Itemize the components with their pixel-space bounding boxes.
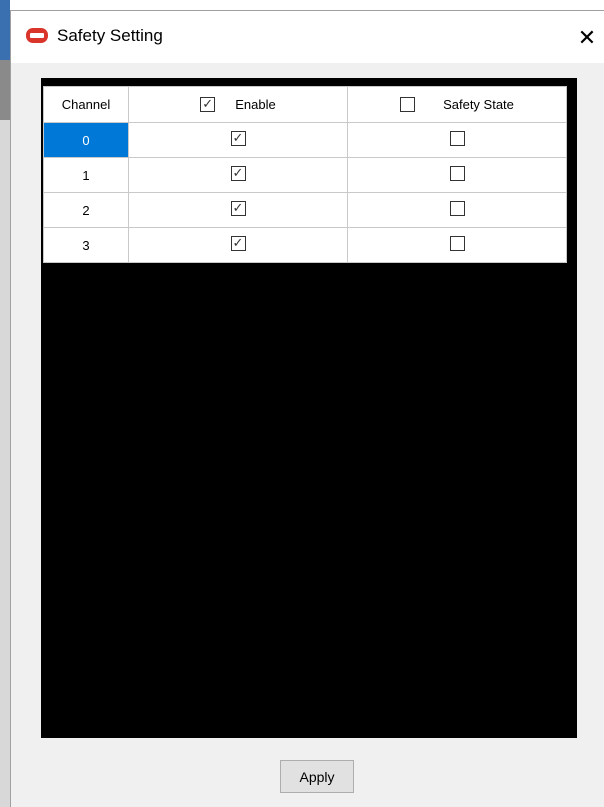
- stop-sign-icon: [26, 28, 48, 43]
- channel-grid: Channel ✓ Enable Safety State 0 ✓ 1 ✓ 2 …: [43, 86, 567, 263]
- check-mark-icon: ✓: [232, 165, 244, 180]
- safety-state-cell: [347, 227, 567, 263]
- table-row[interactable]: 2 ✓: [43, 192, 567, 228]
- enable-checkbox[interactable]: ✓: [230, 165, 246, 181]
- safety-state-checkbox[interactable]: [449, 236, 465, 251]
- enable-cell: ✓: [128, 227, 348, 263]
- header-safety-state: Safety State: [347, 86, 567, 123]
- title-bar: Safety Setting ✕: [11, 11, 604, 63]
- enable-checkbox[interactable]: ✓: [230, 130, 246, 146]
- channel-cell[interactable]: 2: [43, 192, 129, 228]
- enable-checkbox[interactable]: ✓: [230, 200, 246, 216]
- enable-cell: ✓: [128, 192, 348, 228]
- grid-header-row: Channel ✓ Enable Safety State: [43, 86, 567, 123]
- safety-state-cell: [347, 122, 567, 158]
- check-mark-icon: ✓: [232, 200, 244, 215]
- desktop-backdrop: [0, 0, 10, 807]
- enable-all-checkbox[interactable]: ✓: [200, 96, 216, 112]
- channel-cell[interactable]: 1: [43, 157, 129, 193]
- enable-cell: ✓: [128, 122, 348, 158]
- safety-state-checkbox[interactable]: [449, 166, 465, 181]
- channel-grid-panel: Channel ✓ Enable Safety State 0 ✓ 1 ✓ 2 …: [41, 78, 577, 738]
- check-mark-icon: ✓: [232, 235, 244, 250]
- close-button[interactable]: ✕: [570, 25, 604, 51]
- header-enable-label: Enable: [235, 97, 276, 112]
- channel-cell[interactable]: 3: [43, 227, 129, 263]
- safety-state-checkbox[interactable]: [449, 201, 465, 216]
- header-safety-state-label: Safety State: [443, 97, 514, 112]
- enable-cell: ✓: [128, 157, 348, 193]
- header-enable: ✓ Enable: [128, 86, 348, 123]
- safety-state-checkbox[interactable]: [449, 131, 465, 146]
- check-mark-icon: ✓: [232, 130, 244, 145]
- safety-state-cell: [347, 192, 567, 228]
- apply-button[interactable]: Apply: [280, 760, 354, 793]
- check-mark-icon: ✓: [202, 96, 214, 111]
- channel-cell[interactable]: 0: [43, 122, 129, 158]
- enable-checkbox[interactable]: ✓: [230, 235, 246, 251]
- table-row[interactable]: 0 ✓: [43, 122, 567, 158]
- table-row[interactable]: 1 ✓: [43, 157, 567, 193]
- window-title: Safety Setting: [57, 26, 163, 45]
- safety-state-all-checkbox[interactable]: [400, 97, 416, 112]
- safety-state-cell: [347, 157, 567, 193]
- table-row[interactable]: 3 ✓: [43, 227, 567, 263]
- header-channel: Channel: [43, 86, 129, 123]
- safety-setting-dialog: Safety Setting ✕ Channel ✓ Enable Safety…: [10, 10, 604, 807]
